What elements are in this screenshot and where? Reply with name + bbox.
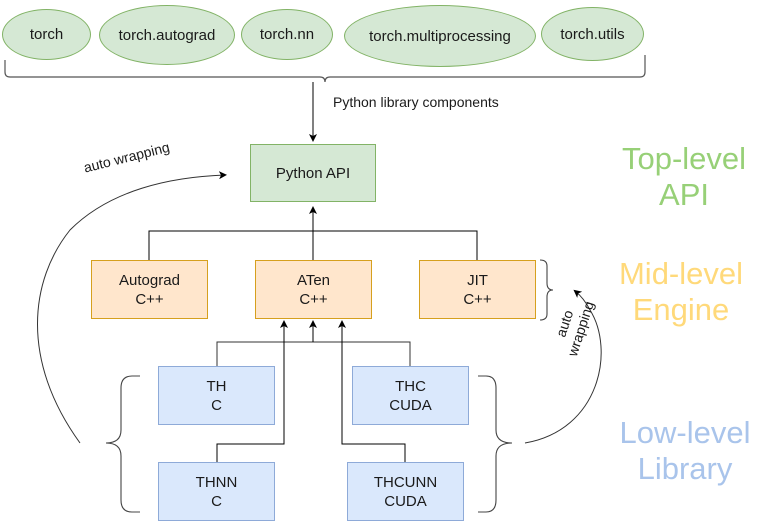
component-torch-nn: torch.nn [241,9,333,60]
thc-box: THC CUDA [352,366,469,425]
low-level-label: Low-level Library [602,415,768,487]
component-torch-autograd: torch.autograd [99,5,235,65]
python-api-label: Python API [275,164,351,182]
th-title: TH [206,377,227,395]
component-torch: torch [2,9,91,60]
aten-box: ATen C++ [255,260,372,319]
low-level-line1: Low-level [619,415,751,450]
low-level-bus [216,341,411,366]
component-torch-multiprocessing: torch.multiprocessing [344,5,536,67]
jit-box: JIT C++ [419,260,536,319]
component-label: torch.utils [560,25,625,43]
mid-level-line1: Mid-level [618,256,744,291]
top-level-label: Top-level API [600,141,768,213]
jit-language: C++ [463,290,492,308]
thnn-language: C [211,492,222,510]
aten-language: C++ [299,290,328,308]
python-components-label: Python library components [333,94,499,110]
thcunn-language: CUDA [384,492,427,510]
autograd-box: Autograd C++ [91,260,208,319]
aten-title: ATen [296,271,331,289]
thc-language: CUDA [389,396,432,414]
python-components-brace [4,55,646,83]
component-label: torch.autograd [118,26,216,44]
th-box: TH C [158,366,275,425]
mid-level-line2: Engine [632,292,730,327]
mid-level-label: Mid-level Engine [594,256,768,328]
autograd-language: C++ [135,290,164,308]
jit-title: JIT [467,271,488,289]
top-level-line1: Top-level [621,141,747,176]
th-language: C [211,396,222,414]
component-torch-utils: torch.utils [541,7,644,61]
top-level-line2: API [659,177,709,212]
thnn-title: THNN [195,473,238,491]
thc-title: THC [395,377,426,395]
low-level-line2: Library [637,451,733,486]
low-level-left-brace [105,375,140,513]
mid-level-brace [539,259,554,321]
thnn-box: THNN C [158,462,275,521]
thcunn-title: THCUNN [373,473,438,491]
component-label: torch [29,26,64,43]
autograd-title: Autograd [119,271,180,289]
python-api-box: Python API [250,144,376,202]
low-level-right-brace [478,375,513,513]
component-label: torch.nn [259,26,315,43]
thcunn-box: THCUNN CUDA [347,462,464,521]
component-label: torch.multiprocessing [369,27,511,45]
